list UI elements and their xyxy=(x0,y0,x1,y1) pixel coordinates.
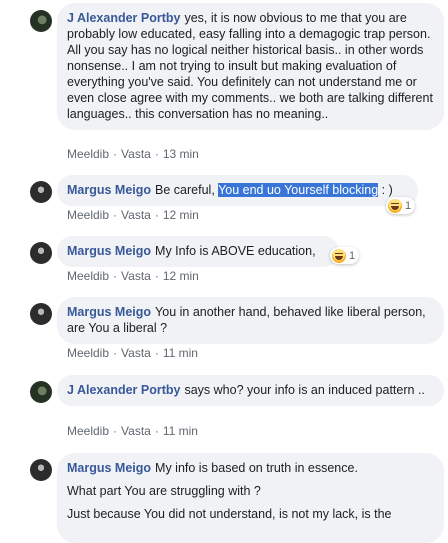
reply-link[interactable]: Vasta xyxy=(121,147,151,161)
reaction-count: 1 xyxy=(405,199,412,212)
reaction-count: 1 xyxy=(349,249,356,262)
reaction-badge[interactable]: 1 xyxy=(386,197,416,214)
comment-author[interactable]: Margus Meigo xyxy=(67,305,151,319)
comment-text-before: Be careful, xyxy=(155,183,215,197)
separator: · xyxy=(113,147,118,161)
comment-text: says who? your info is an induced patter… xyxy=(184,383,425,397)
comment-actions: Meeldib · Vasta · 13 min xyxy=(67,147,199,161)
avatar[interactable] xyxy=(30,242,52,264)
comment-bubble: Margus Meigo My Info is ABOVE education, xyxy=(57,236,339,267)
comment-text: My info is based on truth in essence. xyxy=(155,461,358,475)
haha-emoji-icon xyxy=(388,198,402,213)
reply-link[interactable]: Vasta xyxy=(121,424,151,438)
avatar[interactable] xyxy=(30,181,52,203)
separator: · xyxy=(154,208,159,222)
haha-emoji-icon xyxy=(332,248,346,263)
comment-text-line-3: Just because You did not understand, is … xyxy=(67,507,392,521)
timestamp[interactable]: 11 min xyxy=(163,424,198,438)
separator: · xyxy=(113,346,118,360)
like-link[interactable]: Meeldib xyxy=(67,269,109,283)
reaction-badge[interactable]: 1 xyxy=(330,247,360,264)
timestamp[interactable]: 12 min xyxy=(163,269,199,283)
separator: · xyxy=(113,208,118,222)
comment-text: My Info is ABOVE education, xyxy=(155,244,316,258)
separator: · xyxy=(154,147,159,161)
timestamp[interactable]: 13 min xyxy=(163,147,199,161)
timestamp[interactable]: 11 min xyxy=(163,346,198,360)
avatar[interactable] xyxy=(30,381,52,403)
timestamp[interactable]: 12 min xyxy=(163,208,199,222)
avatar[interactable] xyxy=(30,10,52,32)
comment-author[interactable]: Margus Meigo xyxy=(67,183,151,197)
avatar[interactable] xyxy=(30,303,52,325)
comment-bubble: J Alexander Portby yes, it is now obvious… xyxy=(57,3,444,130)
comment-author[interactable]: Margus Meigo xyxy=(67,461,151,475)
separator: · xyxy=(154,424,159,438)
avatar[interactable] xyxy=(30,459,52,481)
comment-text-after: : ) xyxy=(381,183,393,197)
comment-bubble: Margus Meigo My info is based on truth in… xyxy=(57,453,444,543)
reply-link[interactable]: Vasta xyxy=(121,208,151,222)
comment-actions: Meeldib · Vasta · 11 min xyxy=(67,424,198,438)
comment-bubble: Margus Meigo Be careful, You end uo Yours… xyxy=(57,175,418,206)
separator: · xyxy=(154,346,159,360)
comment-author[interactable]: J Alexander Portby xyxy=(67,11,180,25)
separator: · xyxy=(113,269,118,283)
reply-link[interactable]: Vasta xyxy=(121,346,151,360)
comment-text-line-2: What part You are struggling with ? xyxy=(67,484,261,498)
comment-author[interactable]: J Alexander Portby xyxy=(67,383,180,397)
comment-text-selected: You end uo Yourself blocking xyxy=(218,183,379,197)
separator: · xyxy=(154,269,159,283)
like-link[interactable]: Meeldib xyxy=(67,208,109,222)
separator: · xyxy=(113,424,118,438)
comment-actions: Meeldib · Vasta · 12 min xyxy=(67,269,199,283)
like-link[interactable]: Meeldib xyxy=(67,346,109,360)
comment-author[interactable]: Margus Meigo xyxy=(67,244,151,258)
comment-actions: Meeldib · Vasta · 11 min xyxy=(67,346,198,360)
comment-bubble: J Alexander Portby says who? your info is… xyxy=(57,375,444,406)
comment-text: yes, it is now obvious to me that you ar… xyxy=(67,11,433,121)
comment-bubble: Margus Meigo You in another hand, behaved… xyxy=(57,297,444,344)
reply-link[interactable]: Vasta xyxy=(121,269,151,283)
like-link[interactable]: Meeldib xyxy=(67,147,109,161)
like-link[interactable]: Meeldib xyxy=(67,424,109,438)
comment-actions: Meeldib · Vasta · 12 min xyxy=(67,208,199,222)
